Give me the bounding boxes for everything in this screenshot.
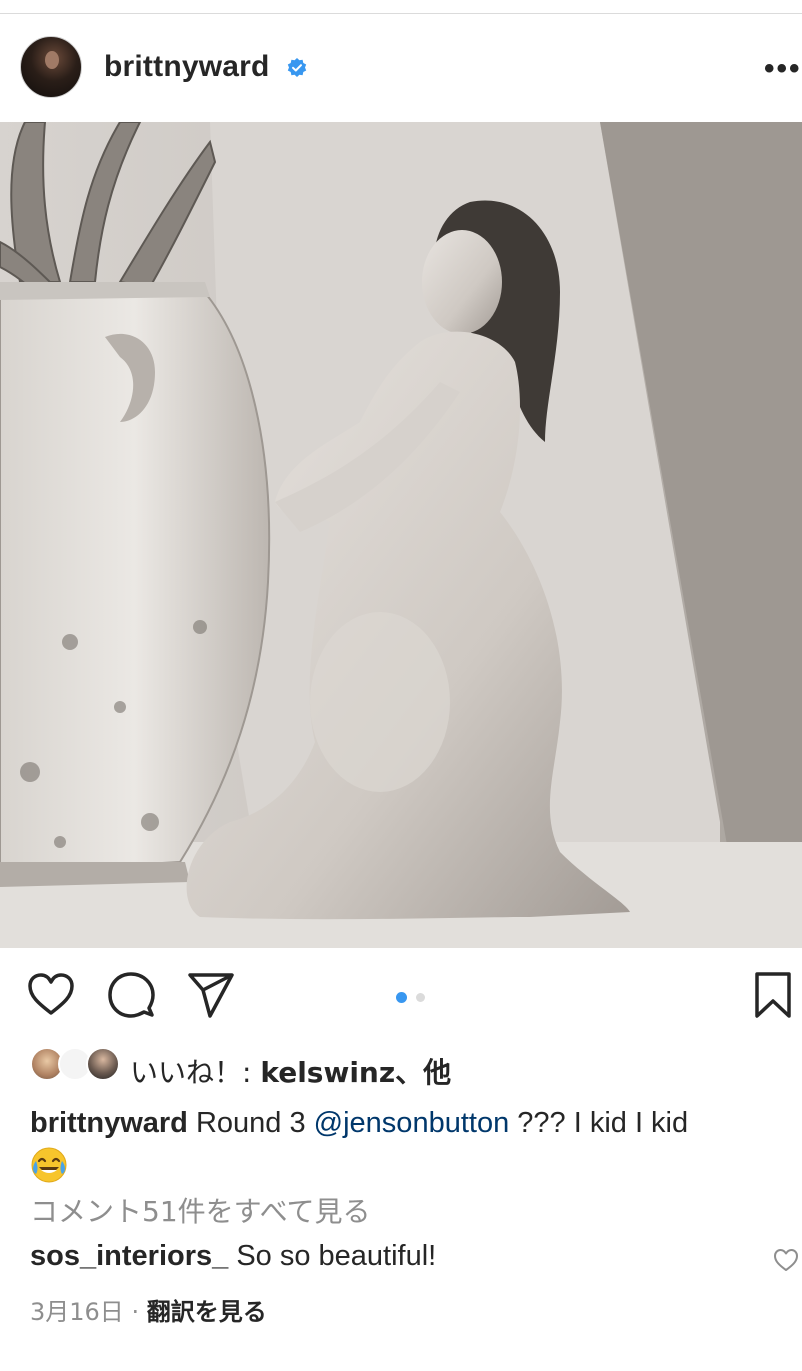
comment-item: sos_interiors_ So so beautiful!: [30, 1240, 436, 1273]
likes-row[interactable]: いいね！: kelswinz、他: [30, 1047, 790, 1089]
post-username[interactable]: brittnyward: [104, 50, 270, 84]
post-date: 3月16日: [30, 1298, 124, 1326]
post-meta: 3月16日 · 翻訳を見る: [30, 1298, 267, 1326]
carousel-dot-active: [396, 992, 407, 1003]
more-options-button[interactable]: •••: [764, 52, 802, 86]
top-divider: [0, 13, 802, 14]
send-icon[interactable]: [186, 970, 236, 1020]
likes-text: いいね！: kelswinz、他: [130, 1056, 452, 1089]
liker-username[interactable]: kelswinz: [260, 1056, 395, 1089]
post-photo[interactable]: [0, 122, 802, 948]
post-actions-bar: [0, 970, 802, 1026]
comment-like-heart-icon[interactable]: [773, 1248, 799, 1272]
photo-image: [0, 122, 802, 948]
post-header: brittnyward •••: [0, 36, 802, 100]
liker-avatar: [86, 1047, 120, 1081]
avatar[interactable]: [20, 36, 82, 98]
see-translation-link[interactable]: 翻訳を見る: [147, 1298, 267, 1326]
post-caption: brittnyward Round 3 @jensonbutton ??? I …: [30, 1103, 780, 1184]
comment-icon[interactable]: [106, 970, 156, 1020]
view-all-comments-link[interactable]: コメント51件をすべて見る: [30, 1190, 371, 1230]
comment-text: So so beautiful!: [228, 1240, 437, 1272]
caption-mention[interactable]: @jensonbutton: [314, 1107, 510, 1139]
caption-username[interactable]: brittnyward: [30, 1107, 188, 1139]
comment-username[interactable]: sos_interiors_: [30, 1240, 228, 1272]
carousel-dot: [416, 993, 425, 1002]
bookmark-icon[interactable]: [750, 970, 796, 1020]
heart-icon[interactable]: [26, 970, 76, 1020]
verified-badge-icon: [287, 58, 307, 77]
face-with-tears-of-joy-icon: [31, 1147, 67, 1183]
